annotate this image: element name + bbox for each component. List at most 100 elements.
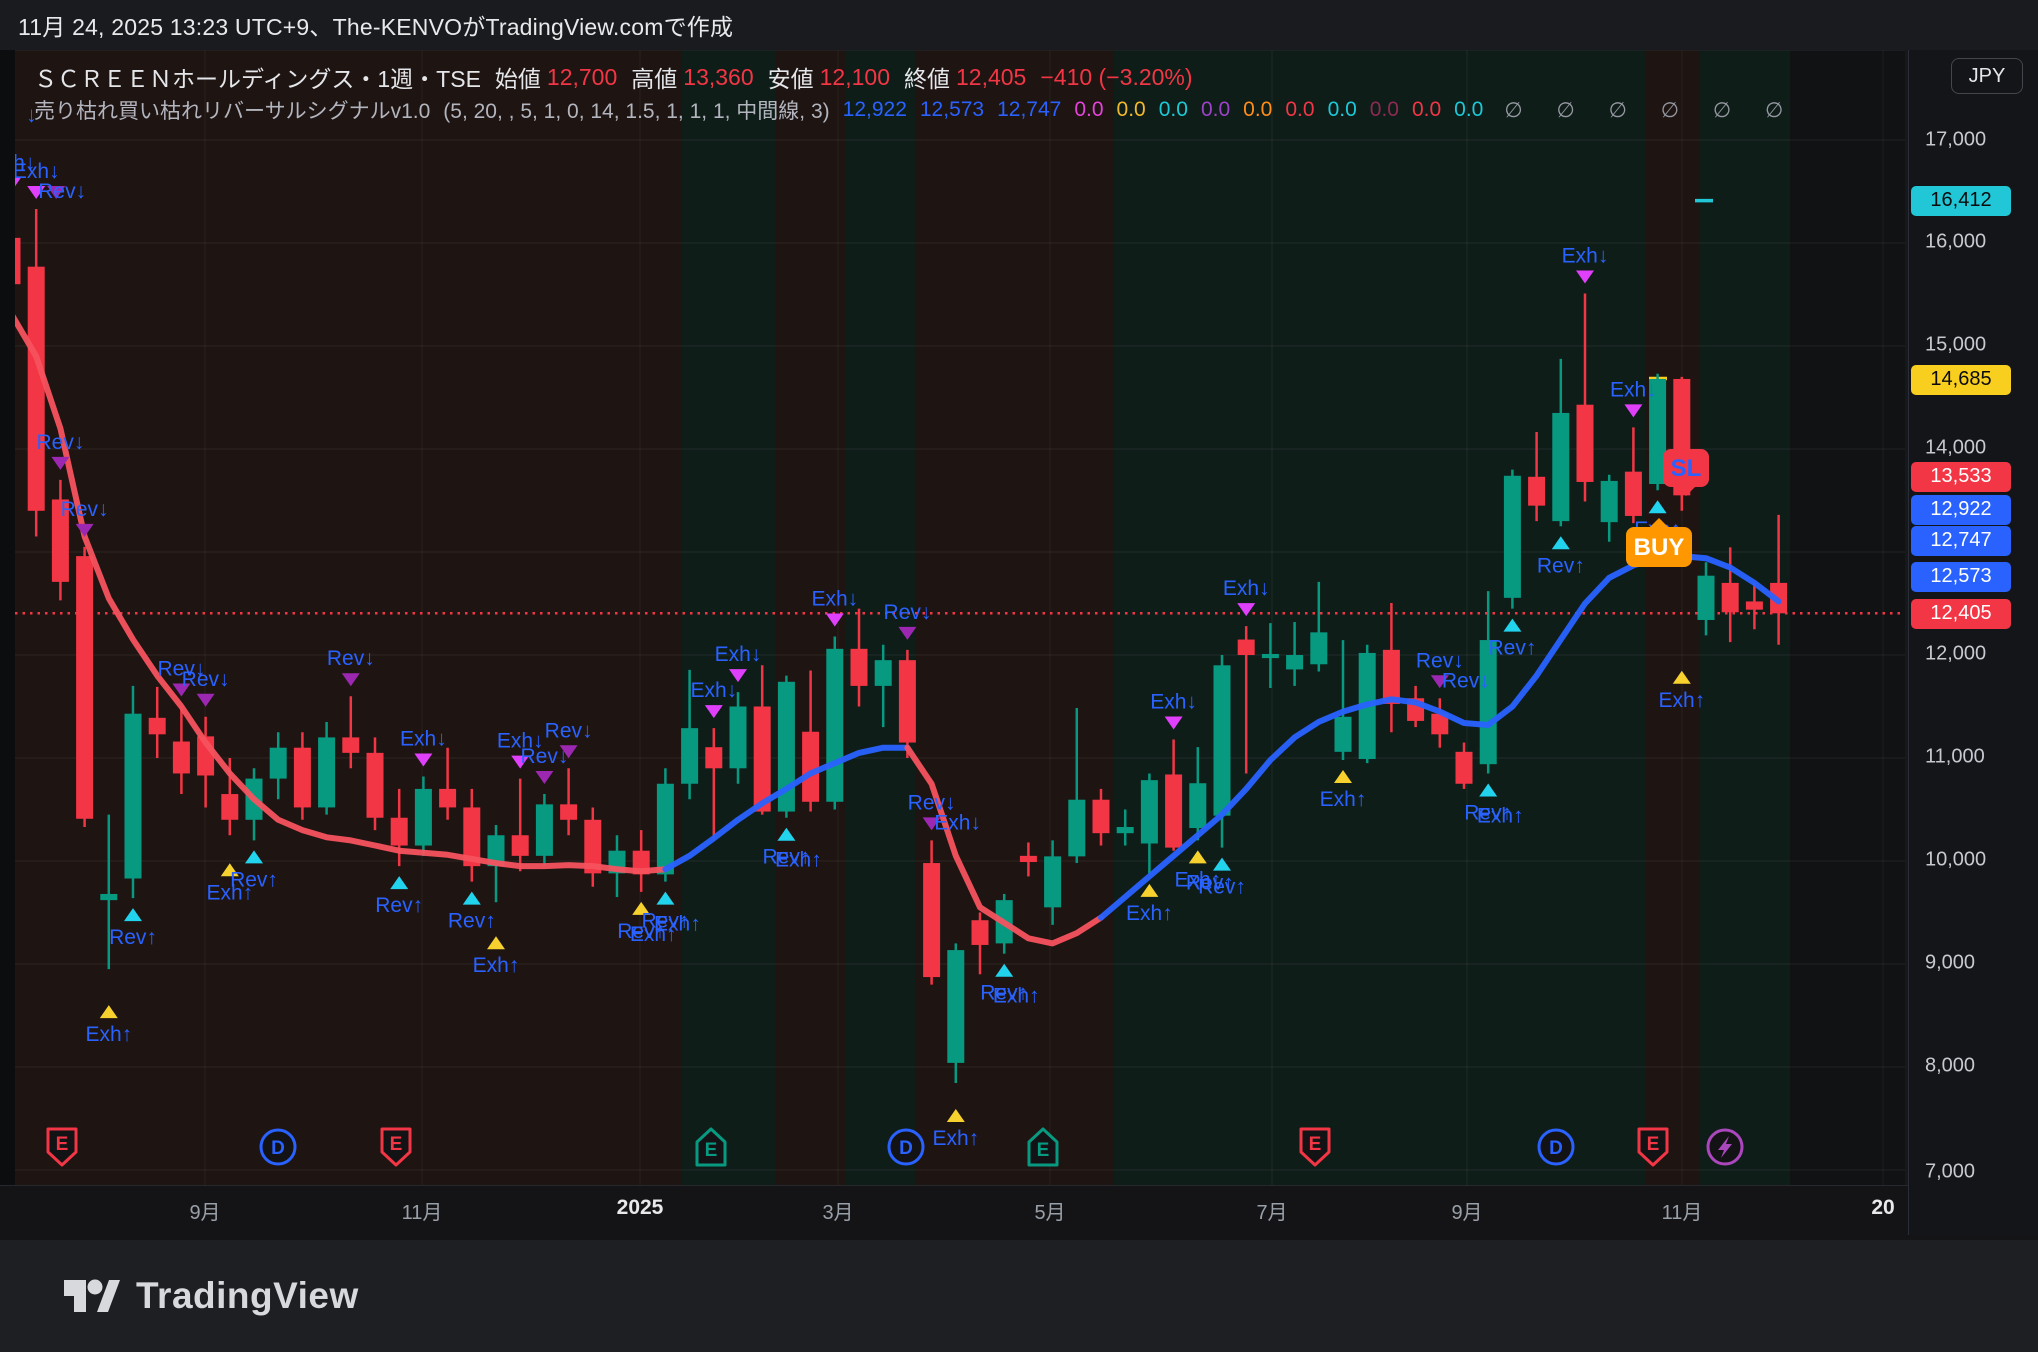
time-axis-label: 9月 xyxy=(1451,1196,1482,1225)
svg-text:Rev↓: Rev↓ xyxy=(883,601,931,624)
svg-text:Rev↓: Rev↓ xyxy=(61,498,109,521)
price-axis-label: 17,000 xyxy=(1925,129,1986,152)
svg-text:Exh↓: Exh↓ xyxy=(1150,690,1197,713)
ohlc-values: 始値12,700高値13,360安値12,100終値12,405 xyxy=(495,60,1026,94)
indicator-value: 0.0 xyxy=(1201,98,1230,122)
indicator-value: 0.0 xyxy=(1454,98,1483,122)
time-axis-label: 3月 xyxy=(822,1196,853,1225)
price-axis-label: 12,000 xyxy=(1925,643,1986,666)
indicator-value: 0.0 xyxy=(1412,98,1441,122)
svg-text:Rev↑: Rev↑ xyxy=(109,926,157,949)
time-axis-label: 11月 xyxy=(1662,1196,1703,1225)
svg-text:Rev↓: Rev↓ xyxy=(327,647,375,670)
svg-text:Exh↑: Exh↑ xyxy=(473,954,520,977)
time-axis-label: 9月 xyxy=(189,1196,220,1225)
change-value: −410 (−3.20%) xyxy=(1040,64,1192,91)
svg-text:Rev↓: Rev↓ xyxy=(1442,669,1490,692)
svg-text:Rev↑: Rev↑ xyxy=(375,894,423,917)
svg-text:Exh↓: Exh↓ xyxy=(1610,378,1657,401)
indicator-value: 0.0 xyxy=(1159,98,1188,122)
indicator-value: 12,573 xyxy=(920,98,984,122)
svg-text:E: E xyxy=(56,1134,69,1155)
indicator-value: 12,922 xyxy=(843,98,907,122)
svg-text:Exh↓: Exh↓ xyxy=(934,811,981,834)
svg-text:Rev↑: Rev↑ xyxy=(1198,876,1246,899)
price-badge: 12,747 xyxy=(1911,526,2011,556)
price-axis-label: 7,000 xyxy=(1925,1161,1975,1184)
svg-text:Rev↑: Rev↑ xyxy=(1488,637,1536,660)
footer-bar: TradingView xyxy=(0,1240,2038,1352)
indicator-value: 0.0 xyxy=(1285,98,1314,122)
currency-toggle-button[interactable]: JPY xyxy=(1951,58,2023,94)
symbol-title[interactable]: ＳＣＲＥＥＮホールディングス・1週・TSE xyxy=(34,60,481,94)
ohlc-pair: 始値12,700 xyxy=(495,60,617,94)
time-axis-label: 7月 xyxy=(1256,1196,1287,1225)
indicator-values: 12,922 12,573 12,747 0.0 0.0 0.0 0.0 0.0 0.0 0.0 0… xyxy=(843,98,1484,122)
price-badge: 12,922 xyxy=(1911,495,2011,525)
svg-text:Exh↑: Exh↑ xyxy=(1477,804,1524,827)
ohlc-pair: 高値13,360 xyxy=(631,60,753,94)
tradingview-wordmark: TradingView xyxy=(136,1275,359,1317)
price-axis-label: 11,000 xyxy=(1925,746,1985,769)
svg-text:Exh↑: Exh↑ xyxy=(1126,902,1173,925)
indicator-params: (5, 20, , 5, 1, 0, 14, 1.5, 1, 1, 1, 中間線… xyxy=(443,95,829,125)
svg-text:Exh↑: Exh↑ xyxy=(654,913,701,936)
svg-text:Rev↑: Rev↑ xyxy=(230,868,278,891)
svg-text:Rev↑: Rev↑ xyxy=(1537,554,1585,577)
tradingview-screenshot: 11月 24, 2025 13:23 UTC+9、The-KENVOがTradi… xyxy=(0,0,2038,1352)
price-badge: 12,573 xyxy=(1911,562,2011,592)
indicator-value: 0.0 xyxy=(1328,98,1357,122)
svg-text:Exh↓: Exh↓ xyxy=(811,587,858,610)
indicator-title[interactable]: 売り枯れ買い枯れリバーサルシグナルv1.0 xyxy=(34,95,430,125)
price-axis-label: 16,000 xyxy=(1925,231,1986,254)
export-note: 11月 24, 2025 13:23 UTC+9、The-KENVOがTradi… xyxy=(18,8,733,42)
price-axis-label: 10,000 xyxy=(1925,849,1986,872)
svg-text:BUY: BUY xyxy=(1634,534,1685,561)
svg-text:Rev↓: Rev↓ xyxy=(182,668,230,691)
svg-text:Exh↑: Exh↑ xyxy=(932,1127,979,1150)
time-axis-label: 11月 xyxy=(402,1196,443,1225)
indicator-value: 0.0 xyxy=(1117,98,1146,122)
indicator-value: 0.0 xyxy=(1370,98,1399,122)
svg-text:E: E xyxy=(1037,1140,1050,1161)
svg-text:D: D xyxy=(1549,1138,1563,1159)
svg-text:Exh↓: Exh↓ xyxy=(1223,577,1270,600)
svg-text:SL: SL xyxy=(1671,455,1702,482)
time-axis-label: 2025 xyxy=(617,1196,664,1220)
tradingview-logo-icon xyxy=(64,1270,120,1322)
price-axis-label: 9,000 xyxy=(1925,952,1975,975)
svg-text:Exh↑: Exh↑ xyxy=(1320,788,1367,811)
price-badge: 14,685 xyxy=(1911,365,2011,395)
svg-text:E: E xyxy=(1647,1134,1660,1155)
price-badge: 13,533 xyxy=(1911,462,2011,492)
svg-text:Exh↓: Exh↓ xyxy=(1562,244,1609,267)
svg-text:Rev↓: Rev↓ xyxy=(38,180,86,203)
indicator-value: 0.0 xyxy=(1074,98,1103,122)
symbol-info-row[interactable]: ＳＣＲＥＥＮホールディングス・1週・TSE 始値12,700高値13,360安値… xyxy=(34,62,1193,92)
svg-text:Exh↑: Exh↑ xyxy=(1658,689,1705,712)
svg-text:Rev↓: Rev↓ xyxy=(545,719,593,742)
indicator-value: 0.0 xyxy=(1243,98,1272,122)
indicator-null-values: ∅ ∅ ∅ ∅ ∅ ∅ xyxy=(1504,98,1797,123)
time-axis[interactable]: 9月11月20253月5月7月9月11月20 xyxy=(0,1185,2038,1240)
svg-text:Rev↓: Rev↓ xyxy=(520,745,568,768)
indicator-value: 12,747 xyxy=(997,98,1061,122)
svg-text:Exh↓: Exh↓ xyxy=(400,728,447,751)
svg-text:D: D xyxy=(899,1138,913,1159)
price-axis[interactable]: JPY 17,00016,00015,00014,00012,00011,000… xyxy=(1908,50,2038,1235)
svg-text:Rev↓: Rev↓ xyxy=(36,431,84,454)
ohlc-pair: 終値12,405 xyxy=(904,60,1026,94)
price-chart-canvas[interactable]: Exh↓ Exh↓ Rev↓ Rev↓ Rev↓ Rev↓ Rev↓ Rev↓ Exh↓ Exh↓… xyxy=(0,0,2038,1352)
price-badge: 16,412 xyxy=(1911,186,2011,216)
svg-text:Exh↓: Exh↓ xyxy=(715,643,762,666)
svg-text:Exh↑: Exh↑ xyxy=(993,985,1040,1008)
export-note-bar: 11月 24, 2025 13:23 UTC+9、The-KENVOがTradi… xyxy=(0,0,2038,50)
price-badge: 12,405 xyxy=(1911,599,2011,629)
svg-text:E: E xyxy=(1309,1134,1322,1155)
time-axis-label: 5月 xyxy=(1034,1196,1065,1225)
svg-text:D: D xyxy=(271,1138,285,1159)
svg-text:Exh↓: Exh↓ xyxy=(690,679,737,702)
indicator-info-row[interactable]: 売り枯れ買い枯れリバーサルシグナルv1.0 (5, 20, , 5, 1, 0,… xyxy=(34,97,1797,123)
svg-text:Exh↑: Exh↑ xyxy=(775,849,822,872)
price-axis-label: 14,000 xyxy=(1925,437,1986,460)
